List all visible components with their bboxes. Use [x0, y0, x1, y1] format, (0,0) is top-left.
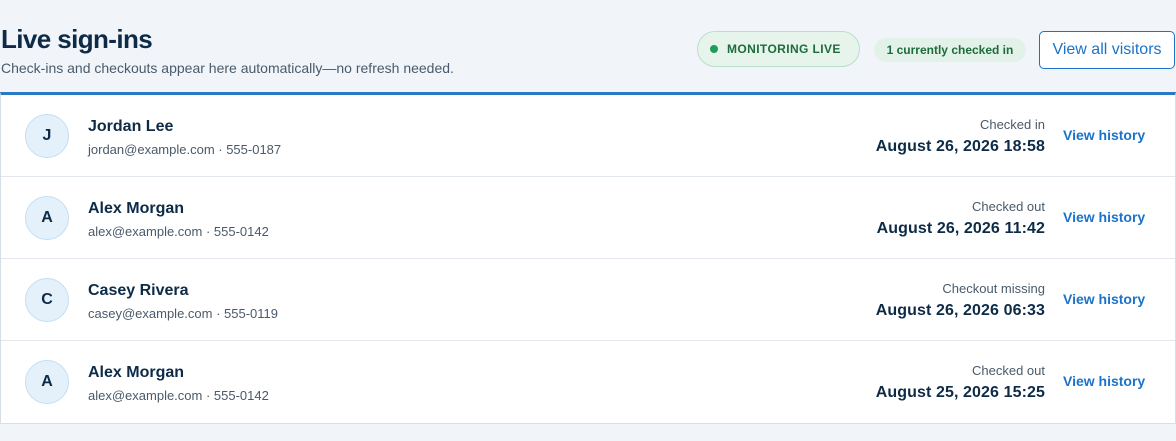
page-subtitle: Check-ins and checkouts appear here auto… — [1, 60, 454, 76]
page-title: Live sign-ins — [1, 24, 153, 54]
visit-status: Checked out — [972, 363, 1045, 378]
visitor-contact: alex@example.com · 555-0142 — [88, 388, 269, 403]
view-history-link[interactable]: View history — [1063, 373, 1145, 389]
visitor-name: Alex Morgan — [88, 364, 185, 381]
view-history-link[interactable]: View history — [1063, 127, 1145, 143]
avatar: A — [25, 196, 69, 240]
monitoring-live-label: MONITORING LIVE — [727, 42, 841, 56]
avatar: C — [25, 278, 69, 322]
avatar: J — [25, 114, 69, 158]
live-dot-icon — [710, 45, 718, 53]
visit-status: Checkout missing — [942, 281, 1045, 296]
list-item: A Alex Morgan alex@example.com · 555-014… — [1, 341, 1175, 423]
view-history-link[interactable]: View history — [1063, 209, 1145, 225]
visitor-contact: alex@example.com · 555-0142 — [88, 224, 269, 239]
visit-status: Checked out — [972, 199, 1045, 214]
list-item: C Casey Rivera casey@example.com · 555-0… — [1, 259, 1175, 341]
visit-datetime: August 26, 2026 11:42 — [876, 220, 1045, 237]
checked-in-count-badge: 1 currently checked in — [874, 38, 1026, 62]
view-all-visitors-button[interactable]: View all visitors — [1039, 31, 1175, 69]
page-header: Live sign-ins Check-ins and checkouts ap… — [0, 0, 1176, 92]
visitor-contact: jordan@example.com · 555-0187 — [88, 142, 282, 157]
view-history-link[interactable]: View history — [1063, 291, 1145, 307]
visit-datetime: August 26, 2026 06:33 — [875, 302, 1045, 319]
visitor-contact: casey@example.com · 555-0119 — [88, 306, 278, 321]
visitor-name: Jordan Lee — [88, 118, 174, 135]
visit-datetime: August 25, 2026 15:25 — [875, 384, 1045, 401]
visitor-name: Alex Morgan — [88, 200, 185, 217]
list-item: J Jordan Lee jordan@example.com · 555-01… — [1, 95, 1175, 177]
visit-datetime: August 26, 2026 18:58 — [875, 138, 1045, 155]
sign-in-list: J Jordan Lee jordan@example.com · 555-01… — [0, 92, 1176, 424]
visit-status: Checked in — [979, 117, 1045, 132]
monitoring-live-badge: MONITORING LIVE — [697, 31, 860, 67]
visitor-name: Casey Rivera — [88, 282, 189, 299]
list-item: A Alex Morgan alex@example.com · 555-014… — [1, 177, 1175, 259]
avatar: A — [25, 360, 69, 404]
